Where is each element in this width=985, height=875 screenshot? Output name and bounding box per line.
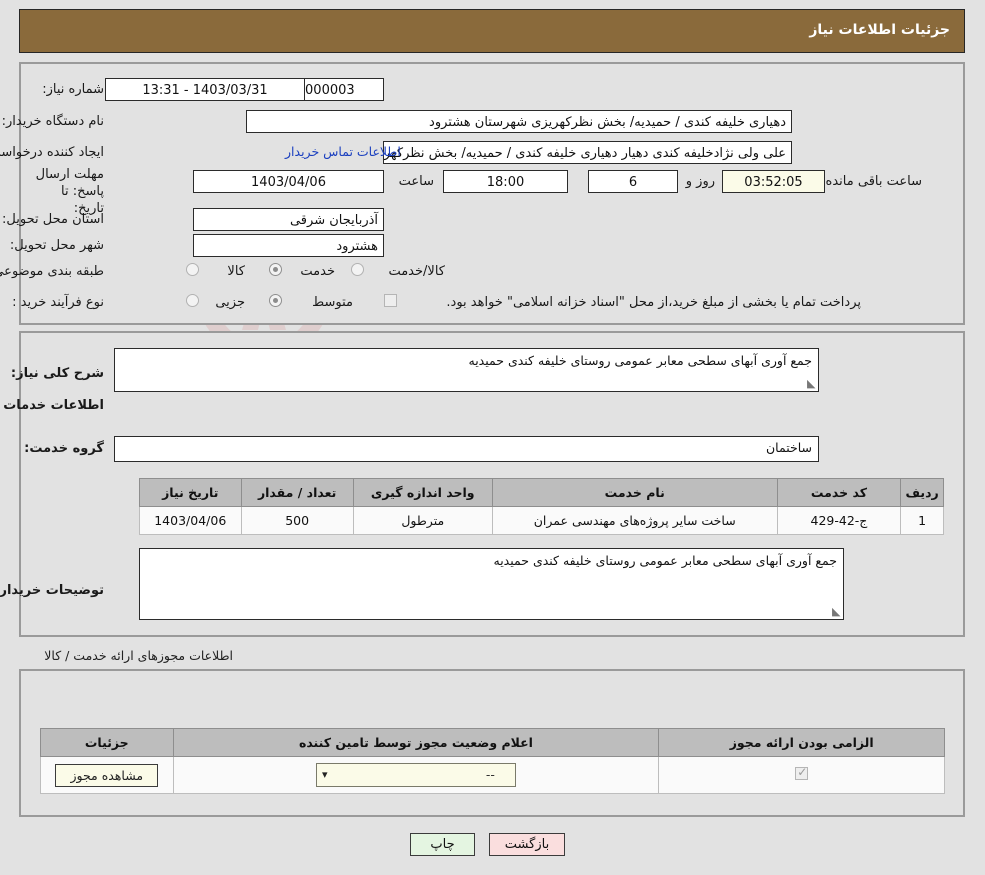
treasury-docs-checkbox[interactable] — [384, 294, 397, 307]
col-quantity: تعداد / مقدار — [241, 479, 353, 507]
request-creator-label: ایجاد کننده درخواست: — [0, 145, 104, 160]
permit-required-checkbox — [795, 767, 808, 780]
buyer-contact-link[interactable]: اطلاعات تماس خریدار — [285, 144, 401, 159]
cell-need-date: 1403/04/06 — [140, 507, 242, 535]
cell-permit-status: ▾ -- — [173, 757, 659, 794]
cell-service-name: ساخت سایر پروژه‌های مهندسی عمران — [492, 507, 777, 535]
cell-unit: مترطول — [353, 507, 492, 535]
radio-category-goods[interactable] — [186, 263, 199, 276]
col-permit-details: جزئیات — [41, 729, 174, 757]
response-deadline-label: مهلت ارسال پاسخ: تا تاریخ: — [30, 166, 104, 217]
page-header: جزئیات اطلاعات نیاز — [19, 9, 965, 53]
permits-table: الزامی بودن ارائه مجوز اعلام وضعیت مجوز … — [40, 728, 945, 794]
buyer-notes-label: توضیحات خریدار: — [0, 583, 104, 598]
chevron-down-icon: ▾ — [322, 764, 328, 786]
services-table: ردیف کد خدمت نام خدمت واحد اندازه گیری ت… — [139, 478, 944, 535]
permit-status-select[interactable]: ▾ -- — [316, 763, 516, 787]
cell-service-code: ج-42-429 — [777, 507, 900, 535]
buyer-org-label: نام دستگاه خریدار: — [2, 114, 104, 129]
services-table-header-row: ردیف کد خدمت نام خدمت واحد اندازه گیری ت… — [140, 479, 944, 507]
buyer-notes-textarea[interactable]: جمع آوری آبهای سطحی معابر عمومی روستای خ… — [139, 548, 844, 620]
deadline-date-field[interactable]: 1403/04/06 — [193, 170, 384, 193]
radio-purchase-minor[interactable] — [186, 294, 199, 307]
cell-permit-required — [659, 757, 945, 794]
remaining-hours-label: ساعت باقی مانده — [826, 174, 922, 189]
summary-textarea[interactable]: جمع آوری آبهای سطحی معابر عمومی روستای خ… — [114, 348, 819, 392]
col-need-date: تاریخ نیاز — [140, 479, 242, 507]
buyer-org-field[interactable]: دهیاری خلیفه کندی / حمیدیه/ بخش نظرکهریز… — [246, 110, 792, 133]
table-row: ▾ -- مشاهده مجوز — [41, 757, 945, 794]
delivery-province-field[interactable]: آذربایجان شرقی — [193, 208, 384, 231]
announce-datetime-field[interactable]: 1403/03/31 - 13:31 — [105, 78, 305, 101]
col-service-name: نام خدمت — [492, 479, 777, 507]
col-permit-status: اعلام وضعیت مجوز توسط تامین کننده — [173, 729, 659, 757]
countdown-field: 03:52:05 — [722, 170, 825, 193]
permit-status-value: -- — [486, 767, 495, 782]
request-creator-field[interactable]: علی ولی نژادخلیفه کندی دهیار دهیاری خلیف… — [383, 141, 792, 164]
delivery-city-label: شهر محل تحویل: — [10, 238, 104, 253]
treasury-docs-note: پرداخت تمام یا بخشی از مبلغ خرید،از محل … — [446, 295, 861, 310]
radio-category-service[interactable] — [269, 263, 282, 276]
service-group-label: گروه خدمت: — [24, 441, 104, 456]
service-group-field[interactable]: ساختمان — [114, 436, 819, 462]
hour-label: ساعت — [399, 174, 434, 189]
need-info-panel — [19, 62, 965, 325]
col-unit: واحد اندازه گیری — [353, 479, 492, 507]
delivery-province-label: استان محل تحویل: — [2, 212, 104, 227]
table-row: 1 ج-42-429 ساخت سایر پروژه‌های مهندسی عم… — [140, 507, 944, 535]
page-title: جزئیات اطلاعات نیاز — [809, 22, 950, 38]
col-permit-required: الزامی بودن ارائه مجوز — [659, 729, 945, 757]
permits-table-header-row: الزامی بودن ارائه مجوز اعلام وضعیت مجوز … — [41, 729, 945, 757]
services-heading: اطلاعات خدمات مورد نیاز — [0, 398, 104, 413]
cell-quantity: 500 — [241, 507, 353, 535]
radio-category-service-label: خدمت — [300, 264, 335, 279]
cell-row-number: 1 — [901, 507, 944, 535]
need-number-label: شماره نیاز: — [42, 82, 104, 97]
radio-purchase-minor-label: جزیی — [215, 295, 245, 310]
remaining-days-field[interactable]: 6 — [588, 170, 678, 193]
print-button[interactable]: چاپ — [410, 833, 475, 856]
deadline-time-field[interactable]: 18:00 — [443, 170, 568, 193]
back-button[interactable]: بازگشت — [489, 833, 565, 856]
purchase-process-label: نوع فرآیند خرید : — [12, 295, 104, 310]
subject-category-label: طبقه بندی موضوعی: — [0, 264, 104, 279]
view-permit-button[interactable]: مشاهده مجوز — [55, 764, 158, 787]
summary-label: شرح کلی نیاز: — [11, 366, 104, 381]
radio-category-goods-service[interactable] — [351, 263, 364, 276]
col-row-number: ردیف — [901, 479, 944, 507]
radio-purchase-medium-label: متوسط — [312, 295, 353, 310]
page-root: AriaTender.net جزئیات اطلاعات نیاز شماره… — [0, 0, 985, 875]
permits-caption: اطلاعات مجوزهای ارائه خدمت / کالا — [44, 648, 233, 663]
radio-category-goods-service-label: کالا/خدمت — [388, 264, 445, 279]
col-service-code: کد خدمت — [777, 479, 900, 507]
radio-category-goods-label: کالا — [227, 264, 245, 279]
radio-purchase-medium[interactable] — [269, 294, 282, 307]
delivery-city-field[interactable]: هشترود — [193, 234, 384, 257]
days-label: روز و — [686, 174, 715, 189]
cell-permit-details: مشاهده مجوز — [41, 757, 174, 794]
